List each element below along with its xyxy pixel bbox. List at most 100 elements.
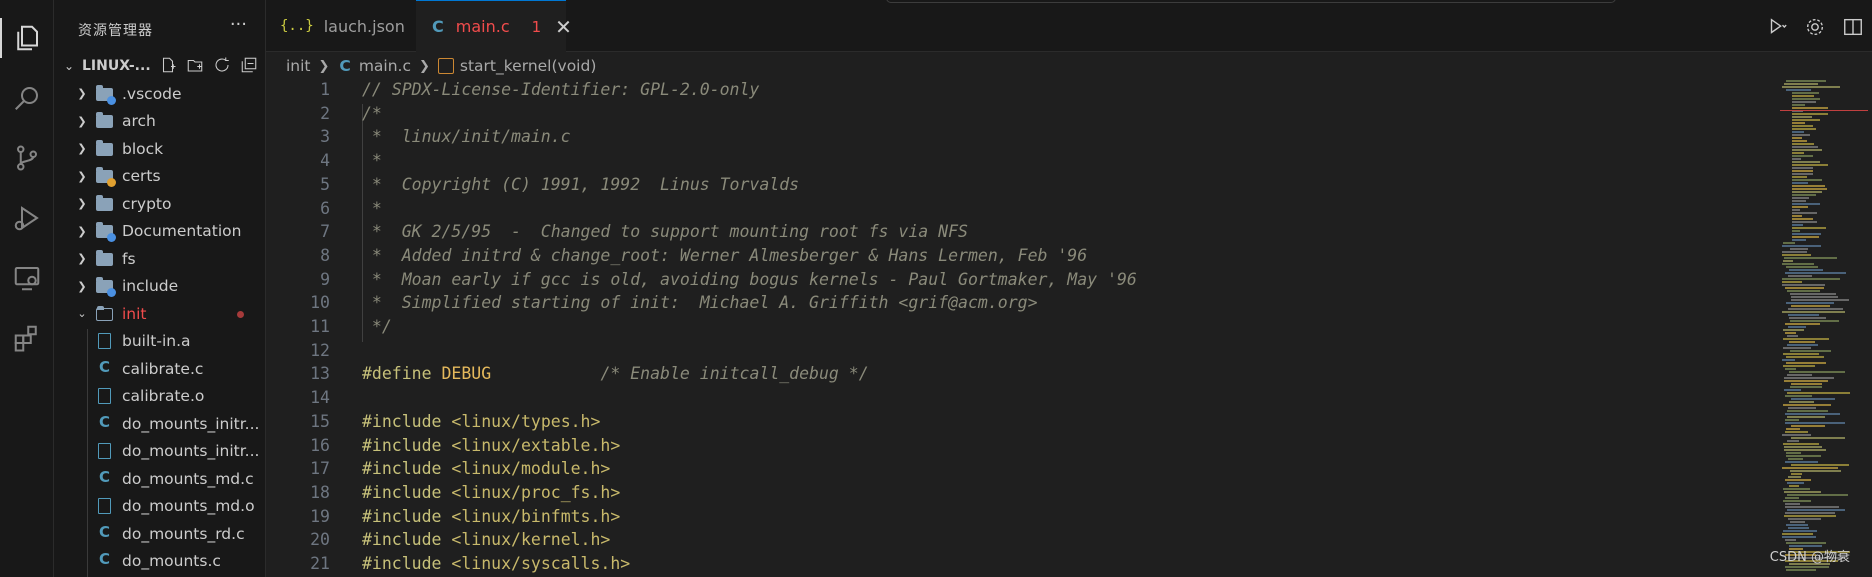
- line-number: 10: [310, 293, 330, 313]
- file-item[interactable]: built-in.a: [54, 328, 265, 356]
- minimap-line: [1791, 425, 1825, 427]
- breadcrumb-start-kernel[interactable]: start_kernel(void): [460, 57, 596, 75]
- minimap-line: [1785, 497, 1799, 499]
- code-text: #include <linux/binfmts.h>: [362, 506, 621, 526]
- close-icon[interactable]: ✕: [555, 15, 572, 39]
- chevron-right-icon: ❯: [419, 58, 430, 74]
- workspace-root[interactable]: ⌄ LINUX-...: [54, 52, 265, 80]
- minimap-line: [1786, 569, 1816, 571]
- line-number: 11: [310, 317, 330, 336]
- minimap-line: [1784, 257, 1837, 259]
- minimap-line: [1782, 359, 1795, 361]
- code-line: 15 #include <linux/types.h>: [266, 412, 1766, 436]
- file-item[interactable]: Ccalibrate.c: [54, 355, 265, 383]
- problem-count-badge: 1: [531, 17, 542, 36]
- minimap-line: [1792, 179, 1822, 181]
- more-actions-icon[interactable]: ···: [230, 14, 247, 35]
- minimap-line: [1792, 227, 1826, 229]
- minimap-line: [1792, 107, 1828, 109]
- minimap-line: [1785, 431, 1808, 433]
- minimap-line: [1782, 278, 1840, 280]
- file-item[interactable]: do_mounts_initr...: [54, 438, 265, 466]
- minimap-line: [1788, 314, 1819, 316]
- folder-icon: [96, 277, 116, 298]
- tree-item-label: do_mounts_md.c: [122, 469, 254, 488]
- minimap-line: [1790, 293, 1836, 295]
- chevron-right-icon: ❯: [318, 58, 330, 74]
- code-editor[interactable]: 1 // SPDX-License-Identifier: GPL-2.0-onl…: [266, 80, 1766, 577]
- folder-item[interactable]: ❯ fs: [54, 245, 265, 273]
- minimap-line: [1792, 152, 1804, 154]
- folder-item[interactable]: ❯ include: [54, 273, 265, 301]
- minimap-line: [1787, 344, 1818, 346]
- minimap-line: [1785, 413, 1840, 415]
- tree-item-label: calibrate.c: [122, 359, 204, 378]
- file-item[interactable]: do_mounts_md.o: [54, 493, 265, 521]
- tab-main-c[interactable]: C main.c 1 ✕: [416, 0, 572, 52]
- code-text: #include <linux/syscalls.h>: [362, 554, 631, 573]
- file-item[interactable]: Cdo_mounts_initr...: [54, 410, 265, 438]
- minimap-line: [1792, 197, 1809, 199]
- collapse-all-icon[interactable]: [240, 56, 258, 74]
- minimap-line: [1792, 101, 1816, 103]
- minimap-line: [1788, 458, 1803, 460]
- minimap-line: [1792, 122, 1805, 124]
- tab-label: lauch.json: [323, 16, 405, 36]
- minimap-line: [1792, 98, 1820, 100]
- line-number: 8: [320, 245, 330, 265]
- code-text: * Moan early if gcc is old, avoiding bog…: [362, 269, 1137, 289]
- new-file-icon[interactable]: [159, 56, 177, 74]
- file-item[interactable]: Cdo_mounts.c: [54, 548, 265, 576]
- line-number: 15: [310, 411, 330, 431]
- folder-item[interactable]: ❯ arch: [54, 108, 265, 136]
- code-line: 9 * Moan early if gcc is old, avoiding b…: [266, 270, 1766, 294]
- breadcrumb-init[interactable]: init: [286, 57, 311, 75]
- folder-item[interactable]: ❯ certs: [54, 163, 265, 191]
- tab-lauch-json[interactable]: {..} lauch.json: [266, 0, 416, 52]
- code-line: 19 #include <linux/binfmts.h>: [266, 507, 1766, 531]
- gear-icon[interactable]: [1804, 16, 1826, 38]
- run-debug-dropdown-icon[interactable]: [1766, 16, 1788, 38]
- minimap-line: [1787, 482, 1804, 484]
- split-editor-icon[interactable]: [1842, 16, 1864, 38]
- code-text: * linux/init/main.c: [362, 127, 571, 147]
- remote-explorer-icon[interactable]: [7, 258, 47, 298]
- search-icon[interactable]: [7, 78, 47, 118]
- command-center[interactable]: [886, 0, 1616, 3]
- minimap-line: [1791, 464, 1849, 466]
- minimap-line: [1782, 281, 1802, 283]
- folder-icon: [96, 112, 114, 129]
- file-item[interactable]: Cdo_mounts_md.c: [54, 465, 265, 493]
- minimap-line: [1786, 524, 1808, 526]
- minimap-line: [1784, 83, 1818, 85]
- minimap-line: [1786, 542, 1826, 544]
- folder-item[interactable]: ❯ crypto: [54, 190, 265, 218]
- folder-item[interactable]: ⌄ init: [54, 300, 265, 328]
- folder-item[interactable]: ❯ Documentation: [54, 218, 265, 246]
- minimap-line: [1792, 182, 1808, 184]
- minimap-line: [1792, 116, 1812, 118]
- line-number: 13: [310, 364, 330, 384]
- c-file-icon: C: [99, 412, 111, 431]
- file-item[interactable]: Cdo_mounts_rd.c: [54, 520, 265, 548]
- line-number: 4: [320, 151, 330, 171]
- run-debug-icon[interactable]: [7, 198, 47, 238]
- folder-item[interactable]: ❯ .vscode: [54, 80, 265, 108]
- new-folder-icon[interactable]: [186, 56, 204, 74]
- minimap-line: [1784, 389, 1801, 391]
- minimap-line: [1792, 140, 1807, 142]
- minimap-line: [1783, 365, 1815, 367]
- minimap-line: [1787, 374, 1812, 376]
- file-item[interactable]: calibrate.o: [54, 383, 265, 411]
- code-line: 10 * Simplified starting of init: Michae…: [266, 293, 1766, 317]
- breadcrumb-main-c[interactable]: main.c: [359, 57, 411, 75]
- code-line: 8 * Added initrd & change_root: Werner A…: [266, 246, 1766, 270]
- extensions-icon[interactable]: [7, 318, 47, 358]
- explorer-icon[interactable]: [7, 18, 47, 58]
- refresh-icon[interactable]: [213, 56, 231, 74]
- source-control-icon[interactable]: [7, 138, 47, 178]
- folder-item[interactable]: ❯ block: [54, 135, 265, 163]
- c-file-icon: C: [99, 467, 111, 486]
- minimap-line: [1792, 218, 1813, 220]
- minimap[interactable]: [1780, 80, 1868, 577]
